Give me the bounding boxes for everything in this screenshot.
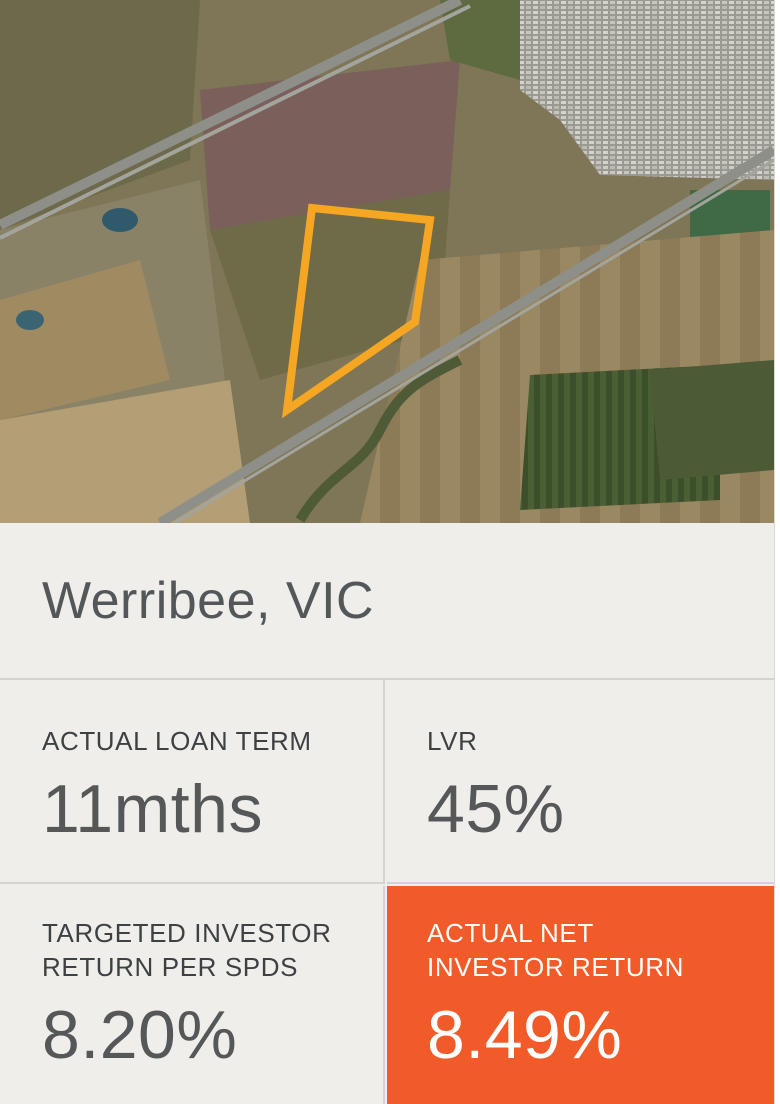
stat-value: 8.49% bbox=[427, 997, 623, 1073]
stat-label: ACTUAL NET INVESTOR RETURN bbox=[427, 918, 684, 982]
aerial-map-graphic bbox=[0, 0, 774, 523]
aerial-site-map bbox=[0, 0, 774, 523]
project-card: Werribee, VIC ACTUAL LOAN TERM 11mths LV… bbox=[0, 0, 775, 1104]
stat-value: 11mths bbox=[42, 771, 263, 847]
stat-targeted-return: TARGETED INVESTOR RETURN PER SPDS 8.20% bbox=[0, 886, 385, 1104]
stat-label: LVR bbox=[427, 726, 478, 756]
stat-label: ACTUAL LOAN TERM bbox=[42, 726, 312, 756]
stat-label: TARGETED INVESTOR RETURN PER SPDS bbox=[42, 918, 332, 982]
title-section: Werribee, VIC bbox=[0, 523, 774, 680]
stat-loan-term: ACTUAL LOAN TERM 11mths bbox=[0, 680, 385, 884]
stat-lvr: LVR 45% bbox=[387, 680, 774, 884]
project-location-title: Werribee, VIC bbox=[42, 572, 375, 630]
stat-value: 45% bbox=[427, 771, 565, 847]
stat-value: 8.20% bbox=[42, 997, 238, 1073]
stat-net-return: ACTUAL NET INVESTOR RETURN 8.49% bbox=[387, 886, 774, 1104]
